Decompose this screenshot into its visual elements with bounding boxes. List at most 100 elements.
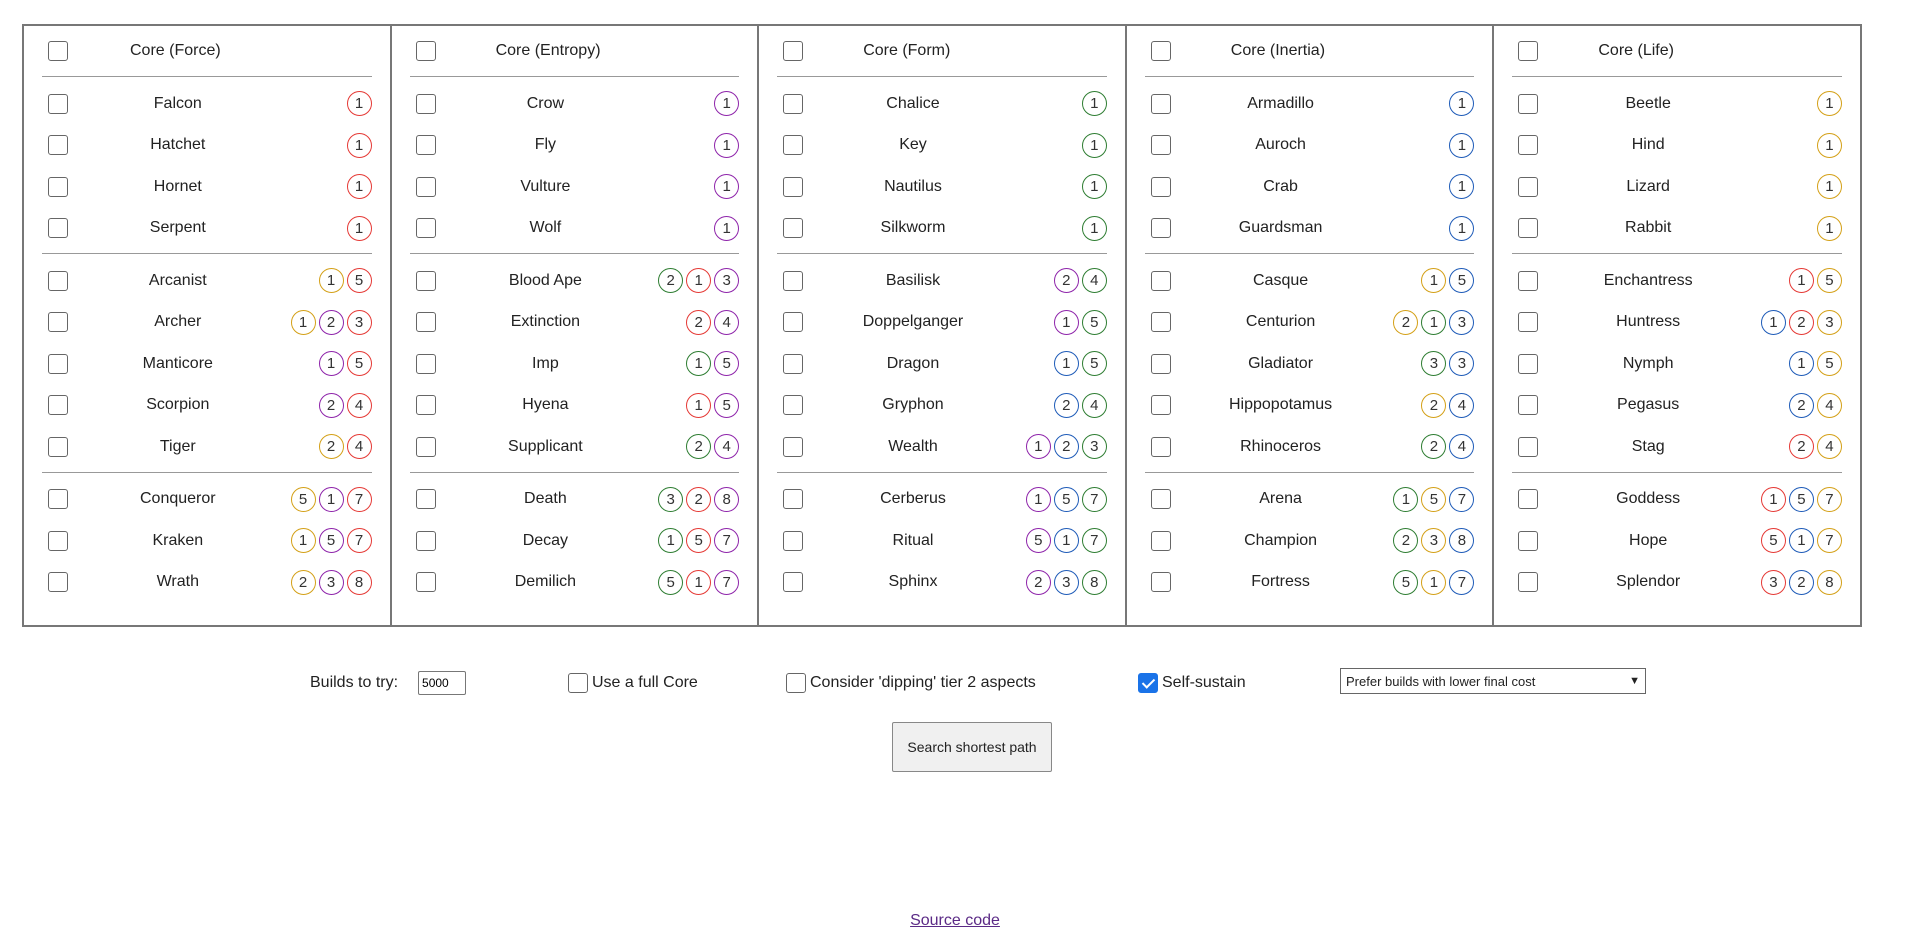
- self-sustain-control[interactable]: Self-sustain: [1138, 668, 1246, 698]
- dipping-control[interactable]: Consider 'dipping' tier 2 aspects: [786, 668, 1036, 698]
- aspect-checkbox[interactable]: [415, 572, 436, 593]
- aspect-row[interactable]: Serpent 1: [42, 208, 372, 250]
- aspect-row[interactable]: Wolf 1: [410, 208, 740, 250]
- aspect-row[interactable]: Key 1: [777, 125, 1107, 167]
- core-select-all-checkbox[interactable]: [415, 41, 436, 61]
- aspect-checkbox[interactable]: [1150, 489, 1171, 510]
- aspect-checkbox[interactable]: [1150, 176, 1171, 197]
- aspect-checkbox[interactable]: [1518, 312, 1539, 333]
- aspect-row[interactable]: Centurion 2 1 3: [1145, 302, 1475, 344]
- aspect-checkbox[interactable]: [783, 312, 804, 333]
- aspect-checkbox[interactable]: [1150, 395, 1171, 416]
- aspect-checkbox[interactable]: [783, 353, 804, 374]
- aspect-row[interactable]: Silkworm 1: [777, 208, 1107, 250]
- aspect-checkbox[interactable]: [415, 270, 436, 291]
- aspect-checkbox[interactable]: [415, 135, 436, 156]
- aspect-checkbox[interactable]: [1518, 436, 1539, 457]
- aspect-checkbox[interactable]: [783, 489, 804, 510]
- aspect-checkbox[interactable]: [783, 572, 804, 593]
- aspect-row[interactable]: Huntress 1 2 3: [1512, 302, 1842, 344]
- aspect-row[interactable]: Goddess 1 5 7: [1512, 479, 1842, 521]
- aspect-checkbox[interactable]: [1518, 93, 1539, 114]
- aspect-row[interactable]: Dragon 1 5: [777, 343, 1107, 385]
- aspect-checkbox[interactable]: [1150, 436, 1171, 457]
- aspect-row[interactable]: Hind 1: [1512, 125, 1842, 167]
- aspect-row[interactable]: Archer 1 2 3: [42, 302, 372, 344]
- aspect-checkbox[interactable]: [1150, 353, 1171, 374]
- aspect-row[interactable]: Falcon 1: [42, 83, 372, 125]
- aspect-checkbox[interactable]: [48, 218, 68, 239]
- builds-to-try-input[interactable]: [418, 671, 467, 695]
- aspect-checkbox[interactable]: [415, 353, 436, 374]
- aspect-checkbox[interactable]: [1518, 353, 1539, 374]
- aspect-checkbox[interactable]: [1518, 572, 1539, 593]
- aspect-checkbox[interactable]: [783, 135, 804, 156]
- aspect-checkbox[interactable]: [1518, 395, 1539, 416]
- aspect-row[interactable]: Chalice 1: [777, 83, 1107, 125]
- aspect-checkbox[interactable]: [1150, 93, 1171, 114]
- aspect-row[interactable]: Conqueror 5 1 7: [42, 479, 372, 521]
- aspect-checkbox[interactable]: [783, 93, 804, 114]
- aspect-row[interactable]: Casque 1 5: [1145, 260, 1475, 302]
- aspect-row[interactable]: Cerberus 1 5 7: [777, 479, 1107, 521]
- aspect-row[interactable]: Auroch 1: [1145, 125, 1475, 167]
- aspect-row[interactable]: Gryphon 2 4: [777, 385, 1107, 427]
- aspect-row[interactable]: Crow 1: [410, 83, 740, 125]
- aspect-checkbox[interactable]: [1518, 530, 1539, 551]
- aspect-checkbox[interactable]: [48, 93, 68, 114]
- aspect-row[interactable]: Hippopotamus 2 4: [1145, 385, 1475, 427]
- aspect-checkbox[interactable]: [415, 176, 436, 197]
- aspect-checkbox[interactable]: [783, 176, 804, 197]
- aspect-checkbox[interactable]: [48, 353, 68, 374]
- aspect-checkbox[interactable]: [48, 270, 68, 291]
- aspect-row[interactable]: Champion 2 3 8: [1145, 520, 1475, 562]
- aspect-checkbox[interactable]: [1150, 530, 1171, 551]
- aspect-checkbox[interactable]: [415, 489, 436, 510]
- aspect-row[interactable]: Sphinx 2 3 8: [777, 562, 1107, 604]
- full-core-control[interactable]: Use a full Core: [568, 668, 698, 698]
- aspect-checkbox[interactable]: [783, 436, 804, 457]
- aspect-row[interactable]: Nautilus 1: [777, 166, 1107, 208]
- aspect-checkbox[interactable]: [1150, 572, 1171, 593]
- aspect-row[interactable]: Doppelganger 1 5: [777, 302, 1107, 344]
- aspect-checkbox[interactable]: [415, 218, 436, 239]
- aspect-row[interactable]: Imp 1 5: [410, 343, 740, 385]
- aspect-checkbox[interactable]: [1518, 176, 1539, 197]
- aspect-checkbox[interactable]: [415, 530, 436, 551]
- aspect-row[interactable]: Beetle 1: [1512, 83, 1842, 125]
- aspect-row[interactable]: Ritual 5 1 7: [777, 520, 1107, 562]
- aspect-row[interactable]: Armadillo 1: [1145, 83, 1475, 125]
- aspect-checkbox[interactable]: [48, 572, 68, 593]
- aspect-checkbox[interactable]: [48, 489, 68, 510]
- aspect-checkbox[interactable]: [1518, 218, 1539, 239]
- aspect-row[interactable]: Vulture 1: [410, 166, 740, 208]
- aspect-row[interactable]: Lizard 1: [1512, 166, 1842, 208]
- aspect-checkbox[interactable]: [415, 395, 436, 416]
- aspect-checkbox[interactable]: [1518, 135, 1539, 156]
- aspect-checkbox[interactable]: [783, 530, 804, 551]
- aspect-row[interactable]: Rabbit 1: [1512, 208, 1842, 250]
- aspect-row[interactable]: Rhinoceros 2 4: [1145, 426, 1475, 468]
- aspect-row[interactable]: Arena 1 5 7: [1145, 479, 1475, 521]
- aspect-row[interactable]: Wealth 1 2 3: [777, 426, 1107, 468]
- aspect-row[interactable]: Arcanist 1 5: [42, 260, 372, 302]
- aspect-checkbox[interactable]: [1150, 270, 1171, 291]
- aspect-row[interactable]: Stag 2 4: [1512, 426, 1842, 468]
- aspect-row[interactable]: Tiger 2 4: [42, 426, 372, 468]
- aspect-checkbox[interactable]: [415, 93, 436, 114]
- aspect-row[interactable]: Blood Ape 2 1 3: [410, 260, 740, 302]
- aspect-row[interactable]: Supplicant 2 4: [410, 426, 740, 468]
- core-select-all-checkbox[interactable]: [1150, 41, 1171, 61]
- aspect-row[interactable]: Kraken 1 5 7: [42, 520, 372, 562]
- aspect-row[interactable]: Guardsman 1: [1145, 208, 1475, 250]
- aspect-checkbox[interactable]: [48, 395, 68, 416]
- aspect-checkbox[interactable]: [783, 270, 804, 291]
- dipping-checkbox[interactable]: [786, 673, 806, 693]
- aspect-row[interactable]: Hornet 1: [42, 166, 372, 208]
- aspect-row[interactable]: Gladiator 3 3: [1145, 343, 1475, 385]
- aspect-checkbox[interactable]: [1518, 270, 1539, 291]
- aspect-row[interactable]: Fortress 5 1 7: [1145, 562, 1475, 604]
- aspect-checkbox[interactable]: [48, 176, 68, 197]
- aspect-checkbox[interactable]: [783, 218, 804, 239]
- aspect-checkbox[interactable]: [1150, 218, 1171, 239]
